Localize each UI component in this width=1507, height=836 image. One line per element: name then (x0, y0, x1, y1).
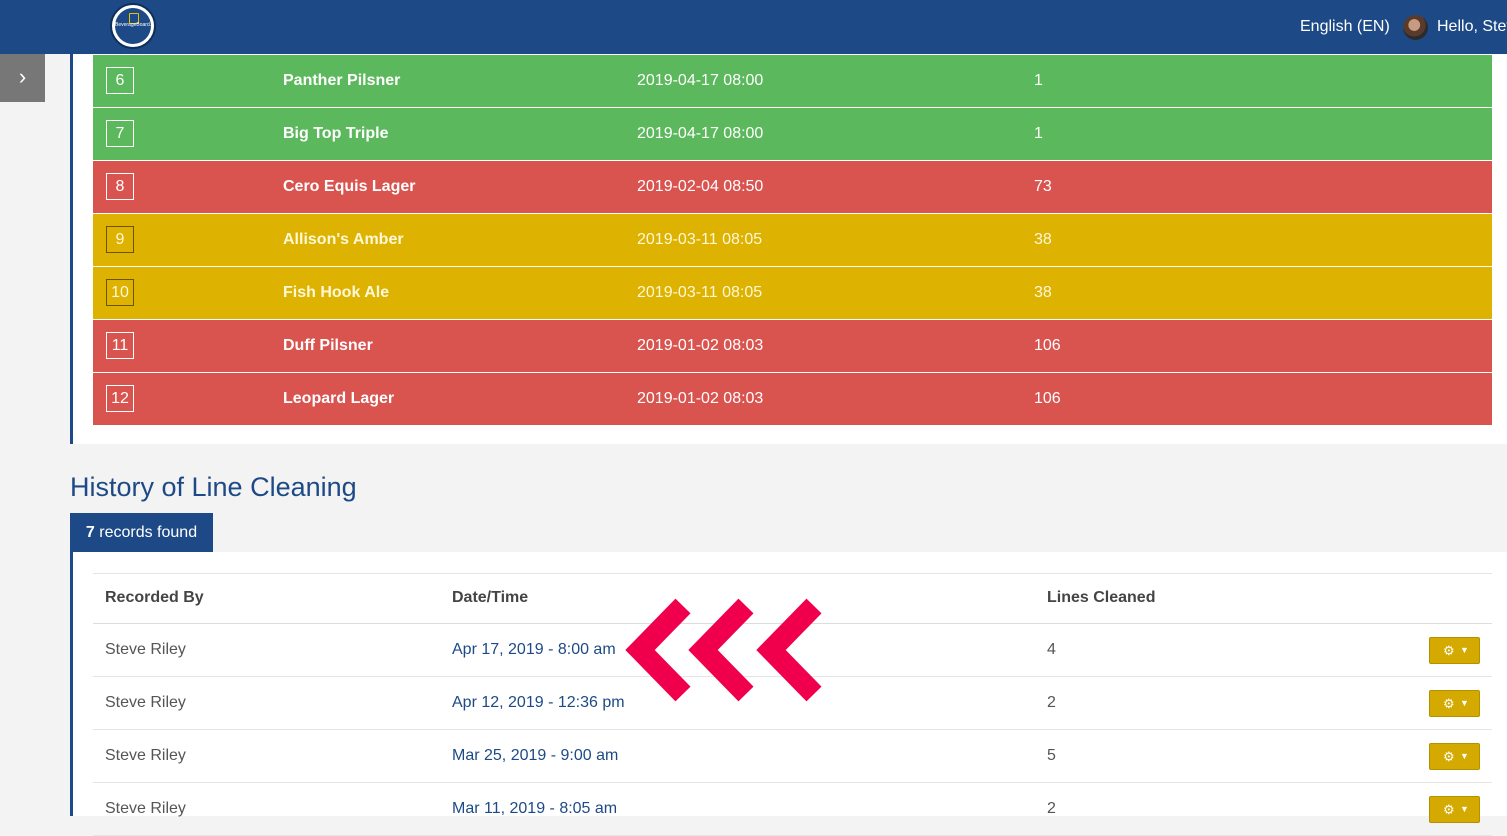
row-actions-button[interactable]: ⚙ ▼ (1429, 690, 1480, 717)
logo-text: BeverageBoard.com (115, 22, 154, 28)
caret-down-icon: ▼ (1460, 804, 1469, 814)
records-found-tab[interactable]: 7 records found (70, 513, 213, 552)
line-days-since: 73 (1034, 178, 1052, 195)
line-last-cleaned: 2019-03-11 08:05 (637, 284, 763, 301)
caret-down-icon: ▼ (1460, 698, 1469, 708)
recorded-by-cell: Steve Riley (105, 641, 186, 658)
line-last-cleaned: 2019-04-17 08:00 (637, 125, 764, 142)
chevron-arrow-1 (625, 598, 691, 702)
recorded-by-cell: Steve Riley (105, 800, 186, 817)
column-header-recorded-by[interactable]: Recorded By (105, 589, 204, 607)
line-number-badge: 7 (106, 120, 134, 147)
line-last-cleaned: 2019-03-11 08:05 (637, 231, 763, 248)
top-navbar: BeverageBoard.com English (EN) Hello, St… (0, 0, 1507, 54)
recorded-by-cell: Steve Riley (105, 747, 186, 764)
chevron-arrow-3 (756, 598, 822, 702)
line-days-since: 1 (1034, 125, 1043, 142)
line-number-badge: 8 (106, 173, 134, 200)
brewery-logo[interactable]: BeverageBoard.com (110, 3, 156, 49)
line-beer-name: Cero Equis Lager (283, 178, 416, 195)
line-row[interactable]: 9 Allison's Amber 2019-03-11 08:05 38 (93, 214, 1492, 266)
records-count: 7 (85, 524, 95, 541)
user-avatar[interactable] (1403, 15, 1428, 40)
chevron-arrow-2 (688, 598, 754, 702)
line-row[interactable]: 12 Leopard Lager 2019-01-02 08:03 106 (93, 373, 1492, 425)
recorded-by-cell: Steve Riley (105, 694, 186, 711)
gear-icon: ⚙ (1443, 749, 1455, 764)
lines-cleaned-cell: 4 (1047, 641, 1056, 658)
logo-emblem: BeverageBoard.com (115, 8, 154, 44)
lines-cleaned-cell: 2 (1047, 694, 1056, 711)
line-last-cleaned: 2019-04-17 08:00 (637, 72, 764, 89)
line-number-badge: 11 (106, 332, 134, 359)
line-beer-name: Big Top Triple (283, 125, 389, 142)
line-last-cleaned: 2019-01-02 08:03 (637, 337, 764, 354)
line-last-cleaned: 2019-01-02 08:03 (637, 390, 764, 407)
line-row[interactable]: 8 Cero Equis Lager 2019-02-04 08:50 73 (93, 161, 1492, 213)
line-number-badge: 12 (106, 385, 134, 412)
line-beer-name: Duff Pilsner (283, 337, 373, 354)
table-row: Steve Riley Mar 25, 2019 - 9:00 am 5 ⚙ ▼ (93, 730, 1492, 783)
datetime-link[interactable]: Apr 17, 2019 - 8:00 am (452, 641, 616, 659)
lines-cleaned-cell: 5 (1047, 747, 1056, 764)
row-actions-button[interactable]: ⚙ ▼ (1429, 637, 1480, 664)
line-beer-name: Leopard Lager (283, 390, 395, 407)
gear-icon: ⚙ (1443, 802, 1455, 817)
line-number-badge: 10 (106, 279, 134, 306)
language-selector[interactable]: English (EN) (1300, 18, 1390, 36)
line-row[interactable]: 7 Big Top Triple 2019-04-17 08:00 1 (93, 108, 1492, 160)
line-beer-name: Allison's Amber (283, 231, 404, 248)
line-days-since: 106 (1034, 390, 1061, 407)
table-row: Steve Riley Mar 11, 2019 - 8:05 am 2 ⚙ ▼ (93, 783, 1492, 836)
caret-down-icon: ▼ (1460, 751, 1469, 761)
chevron-right-icon: › (18, 64, 27, 89)
line-last-cleaned: 2019-02-04 08:50 (637, 178, 764, 195)
column-header-lines-cleaned[interactable]: Lines Cleaned (1047, 589, 1155, 607)
lines-cleaned-cell: 2 (1047, 800, 1056, 817)
records-label: records found (99, 524, 198, 541)
row-actions-button[interactable]: ⚙ ▼ (1429, 743, 1480, 770)
datetime-link[interactable]: Mar 11, 2019 - 8:05 am (452, 800, 617, 818)
line-days-since: 38 (1034, 284, 1052, 301)
gear-icon: ⚙ (1443, 643, 1455, 658)
history-title: History of Line Cleaning (70, 472, 357, 502)
sidebar-toggle-button[interactable]: › (0, 54, 45, 102)
user-greeting[interactable]: Hello, Stev (1437, 18, 1507, 36)
datetime-link[interactable]: Mar 25, 2019 - 9:00 am (452, 747, 618, 765)
line-days-since: 38 (1034, 231, 1052, 248)
line-row[interactable]: 6 Panther Pilsner 2019-04-17 08:00 1 (93, 55, 1492, 107)
triple-chevron-left-arrow (625, 598, 822, 702)
line-number-badge: 6 (106, 67, 134, 94)
line-days-since: 1 (1034, 72, 1043, 89)
line-row[interactable]: 11 Duff Pilsner 2019-01-02 08:03 106 (93, 320, 1492, 372)
line-beer-name: Panther Pilsner (283, 72, 401, 89)
column-header-datetime[interactable]: Date/Time (452, 589, 528, 607)
caret-down-icon: ▼ (1460, 645, 1469, 655)
gear-icon: ⚙ (1443, 696, 1455, 711)
row-actions-button[interactable]: ⚙ ▼ (1429, 796, 1480, 823)
datetime-link[interactable]: Apr 12, 2019 - 12:36 pm (452, 694, 625, 712)
line-days-since: 106 (1034, 337, 1061, 354)
line-beer-name: Fish Hook Ale (283, 284, 390, 301)
line-row[interactable]: 10 Fish Hook Ale 2019-03-11 08:05 38 (93, 267, 1492, 319)
line-number-badge: 9 (106, 226, 134, 253)
